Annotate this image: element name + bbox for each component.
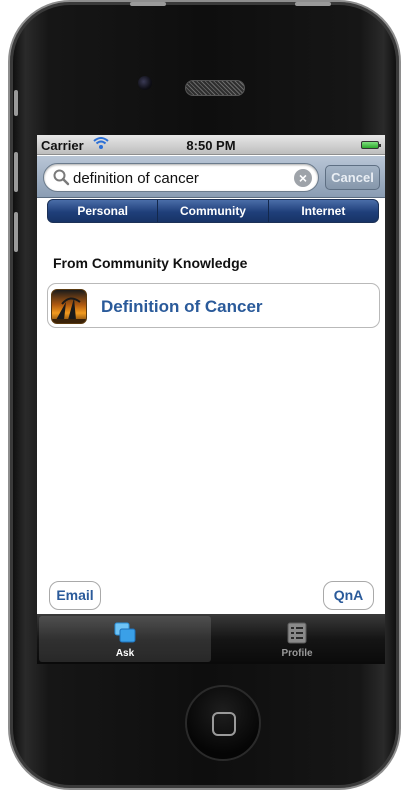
camera-icon	[138, 76, 152, 90]
mute-switch	[14, 90, 18, 116]
speaker-grille	[185, 80, 245, 96]
email-button[interactable]: Email	[49, 581, 101, 610]
result-item[interactable]: Definition of Cancer	[47, 283, 380, 328]
search-bar: definition of cancer × Cancel	[37, 156, 385, 198]
segment-community[interactable]: Community	[158, 200, 269, 222]
battery-icon	[361, 141, 381, 149]
status-time: 8:50 PM	[186, 138, 236, 153]
tab-ask-label: Ask	[115, 648, 135, 659]
qna-button[interactable]: QnA	[323, 581, 374, 610]
section-title: From Community Knowledge	[53, 255, 248, 271]
volume-up-button	[14, 152, 18, 192]
status-bar: Carrier 8:50 PM	[37, 135, 385, 155]
cancel-button[interactable]: Cancel	[325, 165, 380, 190]
clear-icon[interactable]: ×	[294, 169, 312, 187]
tab-profile-label: Profile	[281, 648, 313, 659]
search-query: definition of cancer	[73, 170, 199, 187]
search-input[interactable]: definition of cancer ×	[43, 163, 319, 192]
sunset-thumbnail-icon	[51, 289, 87, 324]
home-button[interactable]	[185, 685, 261, 761]
search-icon	[53, 169, 70, 186]
segment-personal[interactable]: Personal	[48, 200, 159, 222]
tab-bar: Ask Profile	[37, 614, 385, 664]
ask-icon	[114, 622, 136, 643]
volume-down-button	[14, 212, 18, 252]
segment-internet[interactable]: Internet	[269, 200, 378, 222]
scope-segmented-control: Personal Community Internet	[47, 199, 379, 223]
tab-ask[interactable]: Ask	[39, 616, 211, 662]
tab-profile[interactable]: Profile	[211, 616, 383, 662]
power-button	[295, 2, 331, 6]
top-button-left	[130, 2, 166, 6]
home-square-icon	[212, 712, 236, 736]
profile-icon	[287, 622, 307, 644]
screen: Carrier 8:50 PM definition of cancer × C…	[37, 135, 385, 664]
result-label: Definition of Cancer	[101, 297, 263, 316]
